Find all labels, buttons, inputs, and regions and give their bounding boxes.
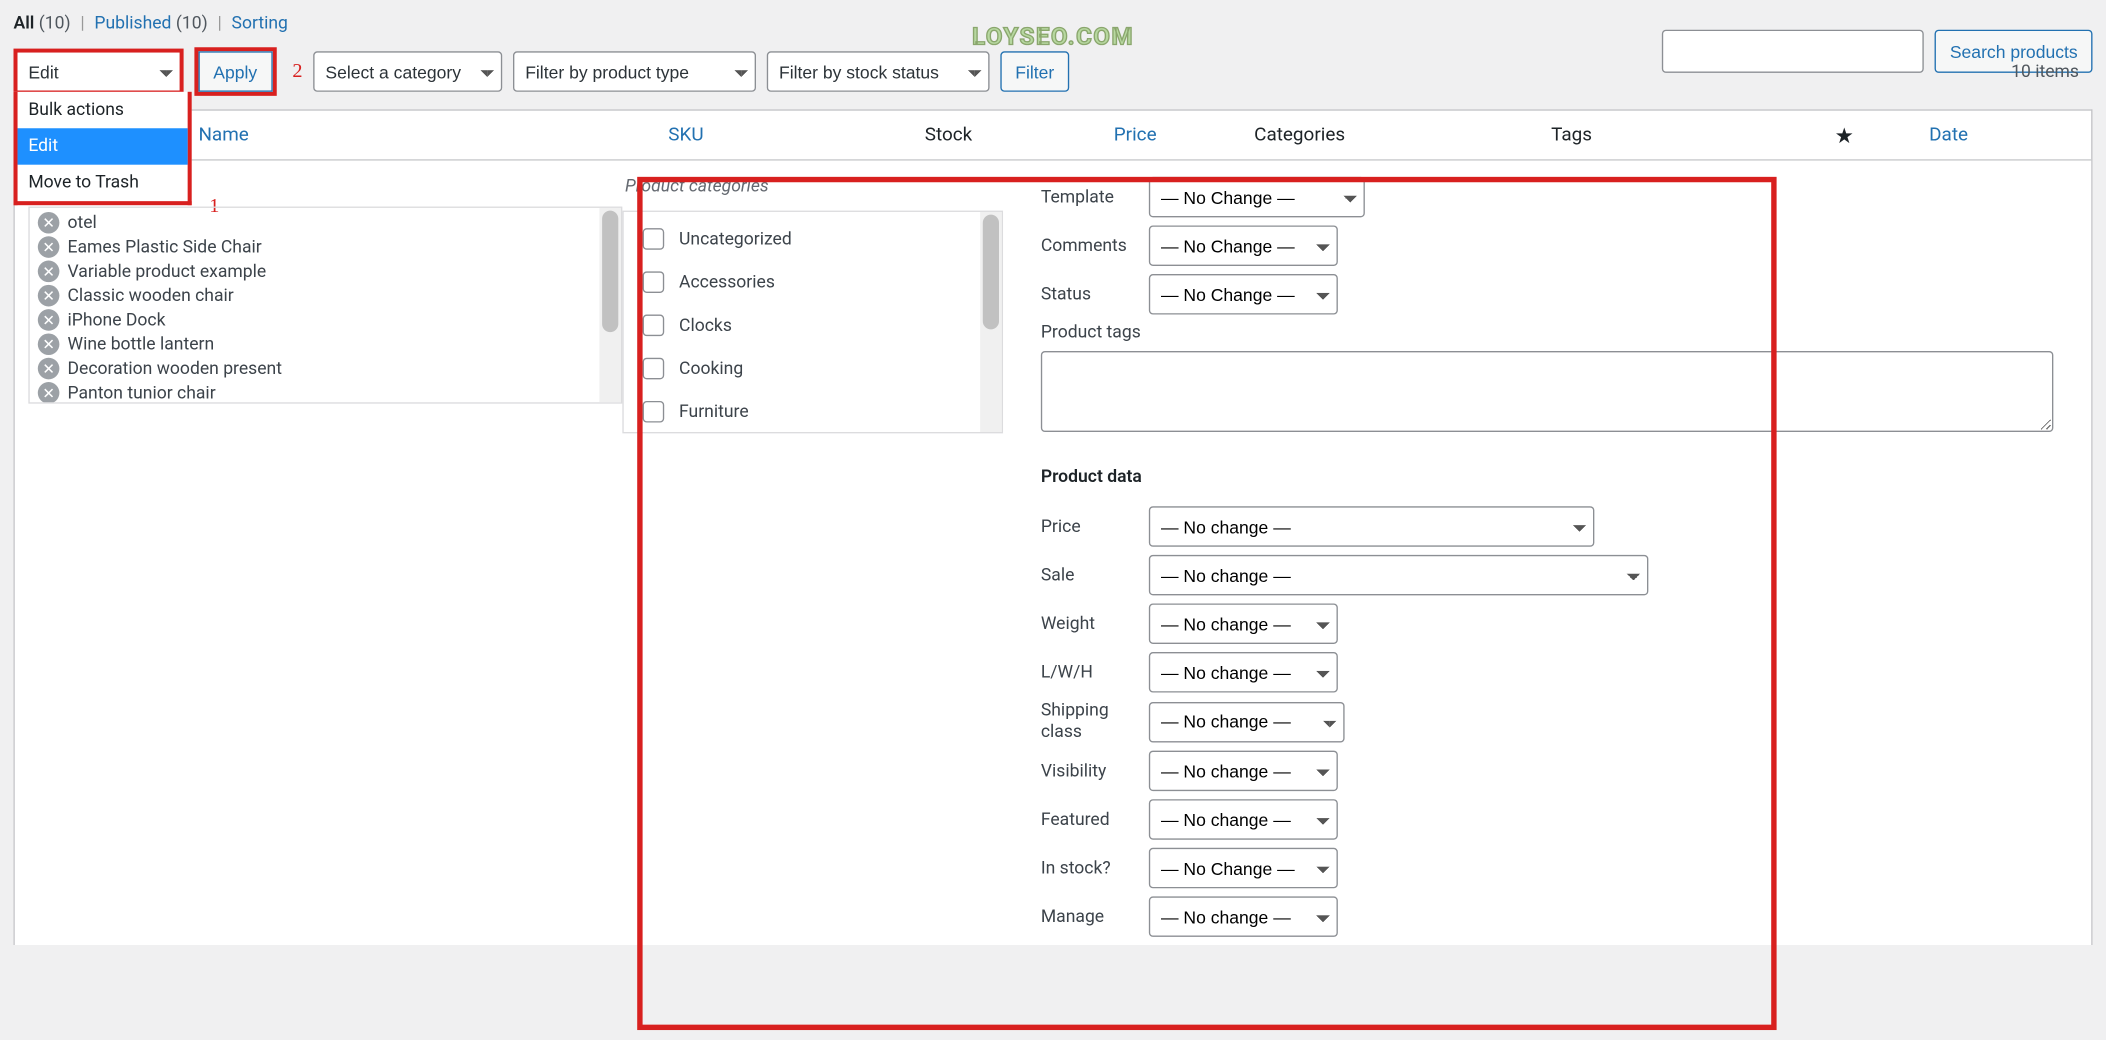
col-sku[interactable]: SKU	[655, 124, 912, 146]
list-item: ✕iPhone Dock	[30, 308, 621, 332]
remove-icon[interactable]: ✕	[38, 333, 60, 355]
scrollbar[interactable]	[599, 208, 621, 402]
col-price[interactable]: Price	[1100, 124, 1240, 146]
scrollbar[interactable]	[980, 212, 1002, 432]
product-categories-label: Product categories	[625, 177, 1041, 197]
weight-select[interactable]: — No change —	[1149, 603, 1338, 644]
remove-icon[interactable]: ✕	[38, 236, 60, 258]
comments-select[interactable]: — No Change —	[1149, 225, 1338, 266]
instock-select[interactable]: — No Change —	[1149, 848, 1338, 889]
price-select[interactable]: — No change —	[1149, 506, 1595, 547]
items-count: 10 items	[2011, 61, 2092, 81]
remove-icon[interactable]: ✕	[38, 358, 60, 380]
filter-product-type-select[interactable]: Filter by product type	[513, 51, 756, 92]
annotation-2: 2	[292, 60, 302, 83]
filter-stock-status-select[interactable]: Filter by stock status	[767, 51, 990, 92]
col-tags: Tags	[1538, 124, 1822, 146]
list-item: ✕Variable product example	[30, 259, 621, 283]
list-item: ✕Eames Plastic Side Chair	[30, 235, 621, 259]
col-featured: ★	[1821, 122, 1916, 148]
template-label: Template	[1041, 187, 1149, 207]
template-select[interactable]: — No Change —	[1149, 177, 1365, 218]
category-option[interactable]: Uncategorized	[624, 217, 1002, 260]
sale-select[interactable]: — No change —	[1149, 555, 1649, 596]
manage-select[interactable]: — No change —	[1149, 897, 1338, 938]
remove-icon[interactable]: ✕	[38, 382, 60, 404]
star-icon: ★	[1835, 122, 1854, 148]
status-label: Status	[1041, 284, 1149, 304]
category-option[interactable]: Clocks	[624, 304, 1002, 347]
list-item: ✕otel	[30, 211, 621, 235]
category-option[interactable]: Accessories	[624, 261, 1002, 304]
checkbox[interactable]	[643, 401, 665, 423]
product-categories-box: Uncategorized Accessories Clocks Cooking…	[622, 211, 1003, 434]
product-data-heading: Product data	[1041, 467, 2064, 487]
remove-icon[interactable]: ✕	[38, 309, 60, 331]
bulk-edit-product-list: ✕otel ✕Eames Plastic Side Chair ✕Variabl…	[28, 207, 622, 404]
product-tags-input[interactable]	[1041, 351, 2054, 432]
view-sorting[interactable]: Sorting	[232, 14, 288, 34]
view-all[interactable]: All (10)	[14, 14, 71, 34]
checkbox[interactable]	[643, 228, 665, 250]
remove-icon[interactable]: ✕	[38, 212, 60, 234]
featured-label: Featured	[1041, 810, 1149, 830]
price-label: Price	[1041, 516, 1149, 536]
weight-label: Weight	[1041, 614, 1149, 634]
remove-icon[interactable]: ✕	[38, 261, 60, 283]
product-tags-label: Product tags	[1041, 323, 2064, 343]
sale-label: Sale	[1041, 565, 1149, 585]
shipping-class-label: Shipping class	[1041, 701, 1149, 743]
col-name[interactable]: Name	[185, 124, 655, 146]
visibility-label: Visibility	[1041, 761, 1149, 781]
bulk-option-edit[interactable]: Edit	[18, 128, 188, 164]
filter-category-select[interactable]: Select a category	[313, 51, 502, 92]
instock-label: In stock?	[1041, 858, 1149, 878]
lwh-label: L/W/H	[1041, 662, 1149, 682]
bulk-option-trash[interactable]: Move to Trash	[18, 165, 188, 201]
bulk-action-select[interactable]: Edit	[18, 53, 180, 91]
col-stock: Stock	[911, 124, 1100, 146]
bulk-option-bulk-actions[interactable]: Bulk actions	[18, 92, 188, 128]
lwh-select[interactable]: — No change —	[1149, 652, 1338, 693]
apply-button[interactable]: Apply	[198, 51, 272, 92]
list-item: ✕Classic wooden chair	[30, 284, 621, 308]
checkbox[interactable]	[643, 358, 665, 380]
list-item: ✕Panton tunior chair	[30, 381, 621, 404]
checkbox[interactable]	[643, 271, 665, 293]
checkbox[interactable]	[643, 315, 665, 337]
col-date[interactable]: Date	[1916, 124, 2092, 146]
featured-select[interactable]: — No change —	[1149, 799, 1338, 840]
table-header: Name SKU Stock Price Categories Tags ★ D…	[15, 111, 2091, 161]
shipping-class-select[interactable]: — No change —	[1149, 701, 1345, 742]
manage-label: Manage	[1041, 907, 1149, 927]
category-option[interactable]: Furniture	[624, 390, 1002, 433]
list-item: ✕Wine bottle lantern	[30, 332, 621, 356]
list-item: ✕Decoration wooden present	[30, 356, 621, 380]
view-published[interactable]: Published (10)	[94, 14, 207, 34]
remove-icon[interactable]: ✕	[38, 285, 60, 307]
status-select[interactable]: — No Change —	[1149, 274, 1338, 315]
category-option[interactable]: Cooking	[624, 347, 1002, 390]
visibility-select[interactable]: — No change —	[1149, 751, 1338, 792]
bulk-action-dropdown: Bulk actions Edit Move to Trash	[14, 92, 192, 205]
comments-label: Comments	[1041, 236, 1149, 256]
filter-button[interactable]: Filter	[1000, 51, 1069, 92]
col-categories: Categories	[1241, 124, 1538, 146]
